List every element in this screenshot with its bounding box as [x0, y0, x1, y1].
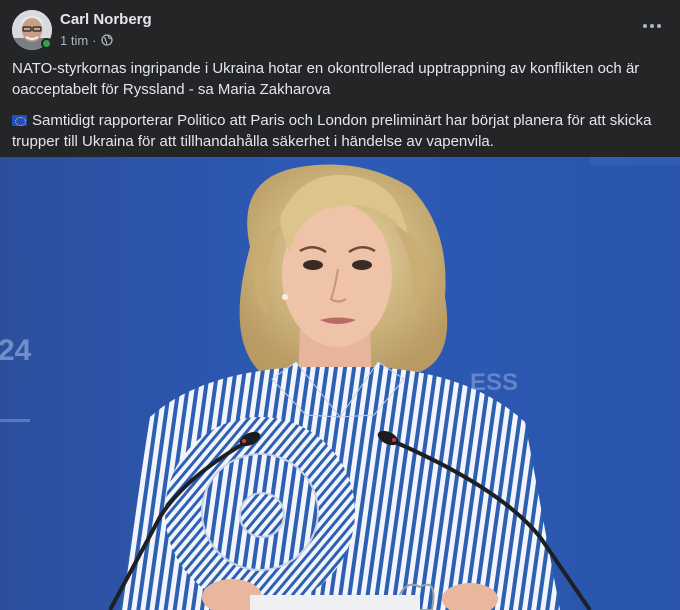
meta-separator: · [92, 32, 97, 48]
photo-image: 24 ESS [0, 157, 680, 610]
online-status-dot [41, 38, 52, 49]
more-options-icon[interactable] [638, 14, 666, 38]
post-timestamp[interactable]: 1 tim [60, 33, 88, 48]
post-photo[interactable]: 24 ESS [0, 157, 680, 610]
post-paragraph-2-text: Samtidigt rapporterar Politico att Paris… [12, 112, 652, 150]
post-meta: 1 tim · [60, 32, 113, 48]
post-paragraph-2: Samtidigt rapporterar Politico att Paris… [12, 110, 668, 152]
globe-icon[interactable] [100, 34, 113, 46]
more-dot [650, 24, 654, 28]
author-name[interactable]: Carl Norberg [60, 11, 152, 28]
backdrop-text-left: 24 [0, 334, 32, 367]
post-paragraph-1: NATO-styrkornas ingripande i Ukraina hot… [12, 60, 640, 98]
more-dot [643, 24, 647, 28]
post-header: Carl Norberg 1 tim · [0, 0, 680, 56]
post-text: NATO-styrkornas ingripande i Ukraina hot… [12, 58, 668, 162]
eu-flag-icon [12, 115, 27, 126]
more-dot [657, 24, 661, 28]
facebook-post: Carl Norberg 1 tim · NATO-styrkornas ing… [0, 0, 680, 610]
